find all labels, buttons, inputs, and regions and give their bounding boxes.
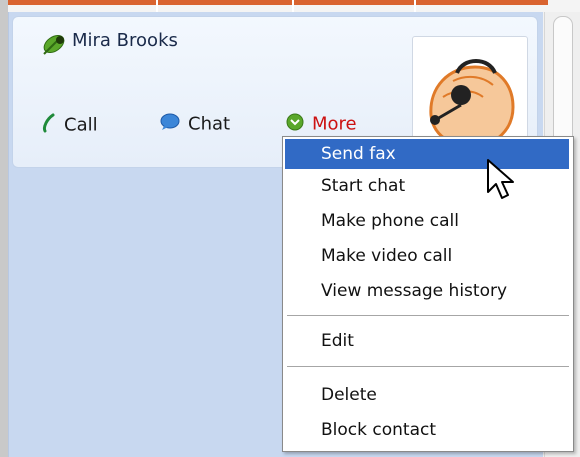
call-button[interactable]: Call (42, 113, 98, 138)
tab-divider (292, 0, 294, 12)
context-menu: Send fax Start chat Make phone call Make… (282, 136, 574, 452)
menu-item-make-phone-call[interactable]: Make phone call (285, 206, 569, 236)
menu-item-delete[interactable]: Delete (285, 380, 569, 410)
phone-icon (42, 113, 56, 138)
menu-separator (287, 366, 569, 367)
tab-divider (414, 0, 416, 12)
menu-item-edit[interactable]: Edit (285, 326, 569, 356)
contact-name[interactable]: Mira Brooks (72, 30, 178, 51)
status-leaf-icon (43, 34, 65, 55)
tab-divider (156, 0, 158, 12)
chat-bubble-icon (160, 113, 180, 136)
chat-label: Chat (188, 113, 231, 135)
menu-separator (287, 315, 569, 316)
call-label: Call (64, 114, 98, 136)
app-window: Mira Brooks Call Chat More Send fax Star… (0, 0, 580, 457)
left-border (0, 0, 8, 457)
mouse-pointer-icon (487, 159, 514, 199)
more-label: More (312, 113, 357, 135)
chevron-down-icon (286, 113, 304, 136)
menu-item-start-chat[interactable]: Start chat (285, 171, 569, 201)
more-button[interactable]: More (286, 113, 357, 136)
menu-item-block-contact[interactable]: Block contact (285, 415, 569, 445)
menu-item-send-fax[interactable]: Send fax (285, 139, 569, 169)
avatar[interactable] (412, 36, 528, 152)
accent-strip (8, 0, 548, 5)
menu-item-make-video-call[interactable]: Make video call (285, 241, 569, 271)
top-toolbar-strip (8, 0, 580, 12)
support-agent-avatar-icon (429, 59, 515, 149)
menu-item-view-message-history[interactable]: View message history (285, 276, 569, 306)
chat-button[interactable]: Chat (160, 113, 230, 136)
